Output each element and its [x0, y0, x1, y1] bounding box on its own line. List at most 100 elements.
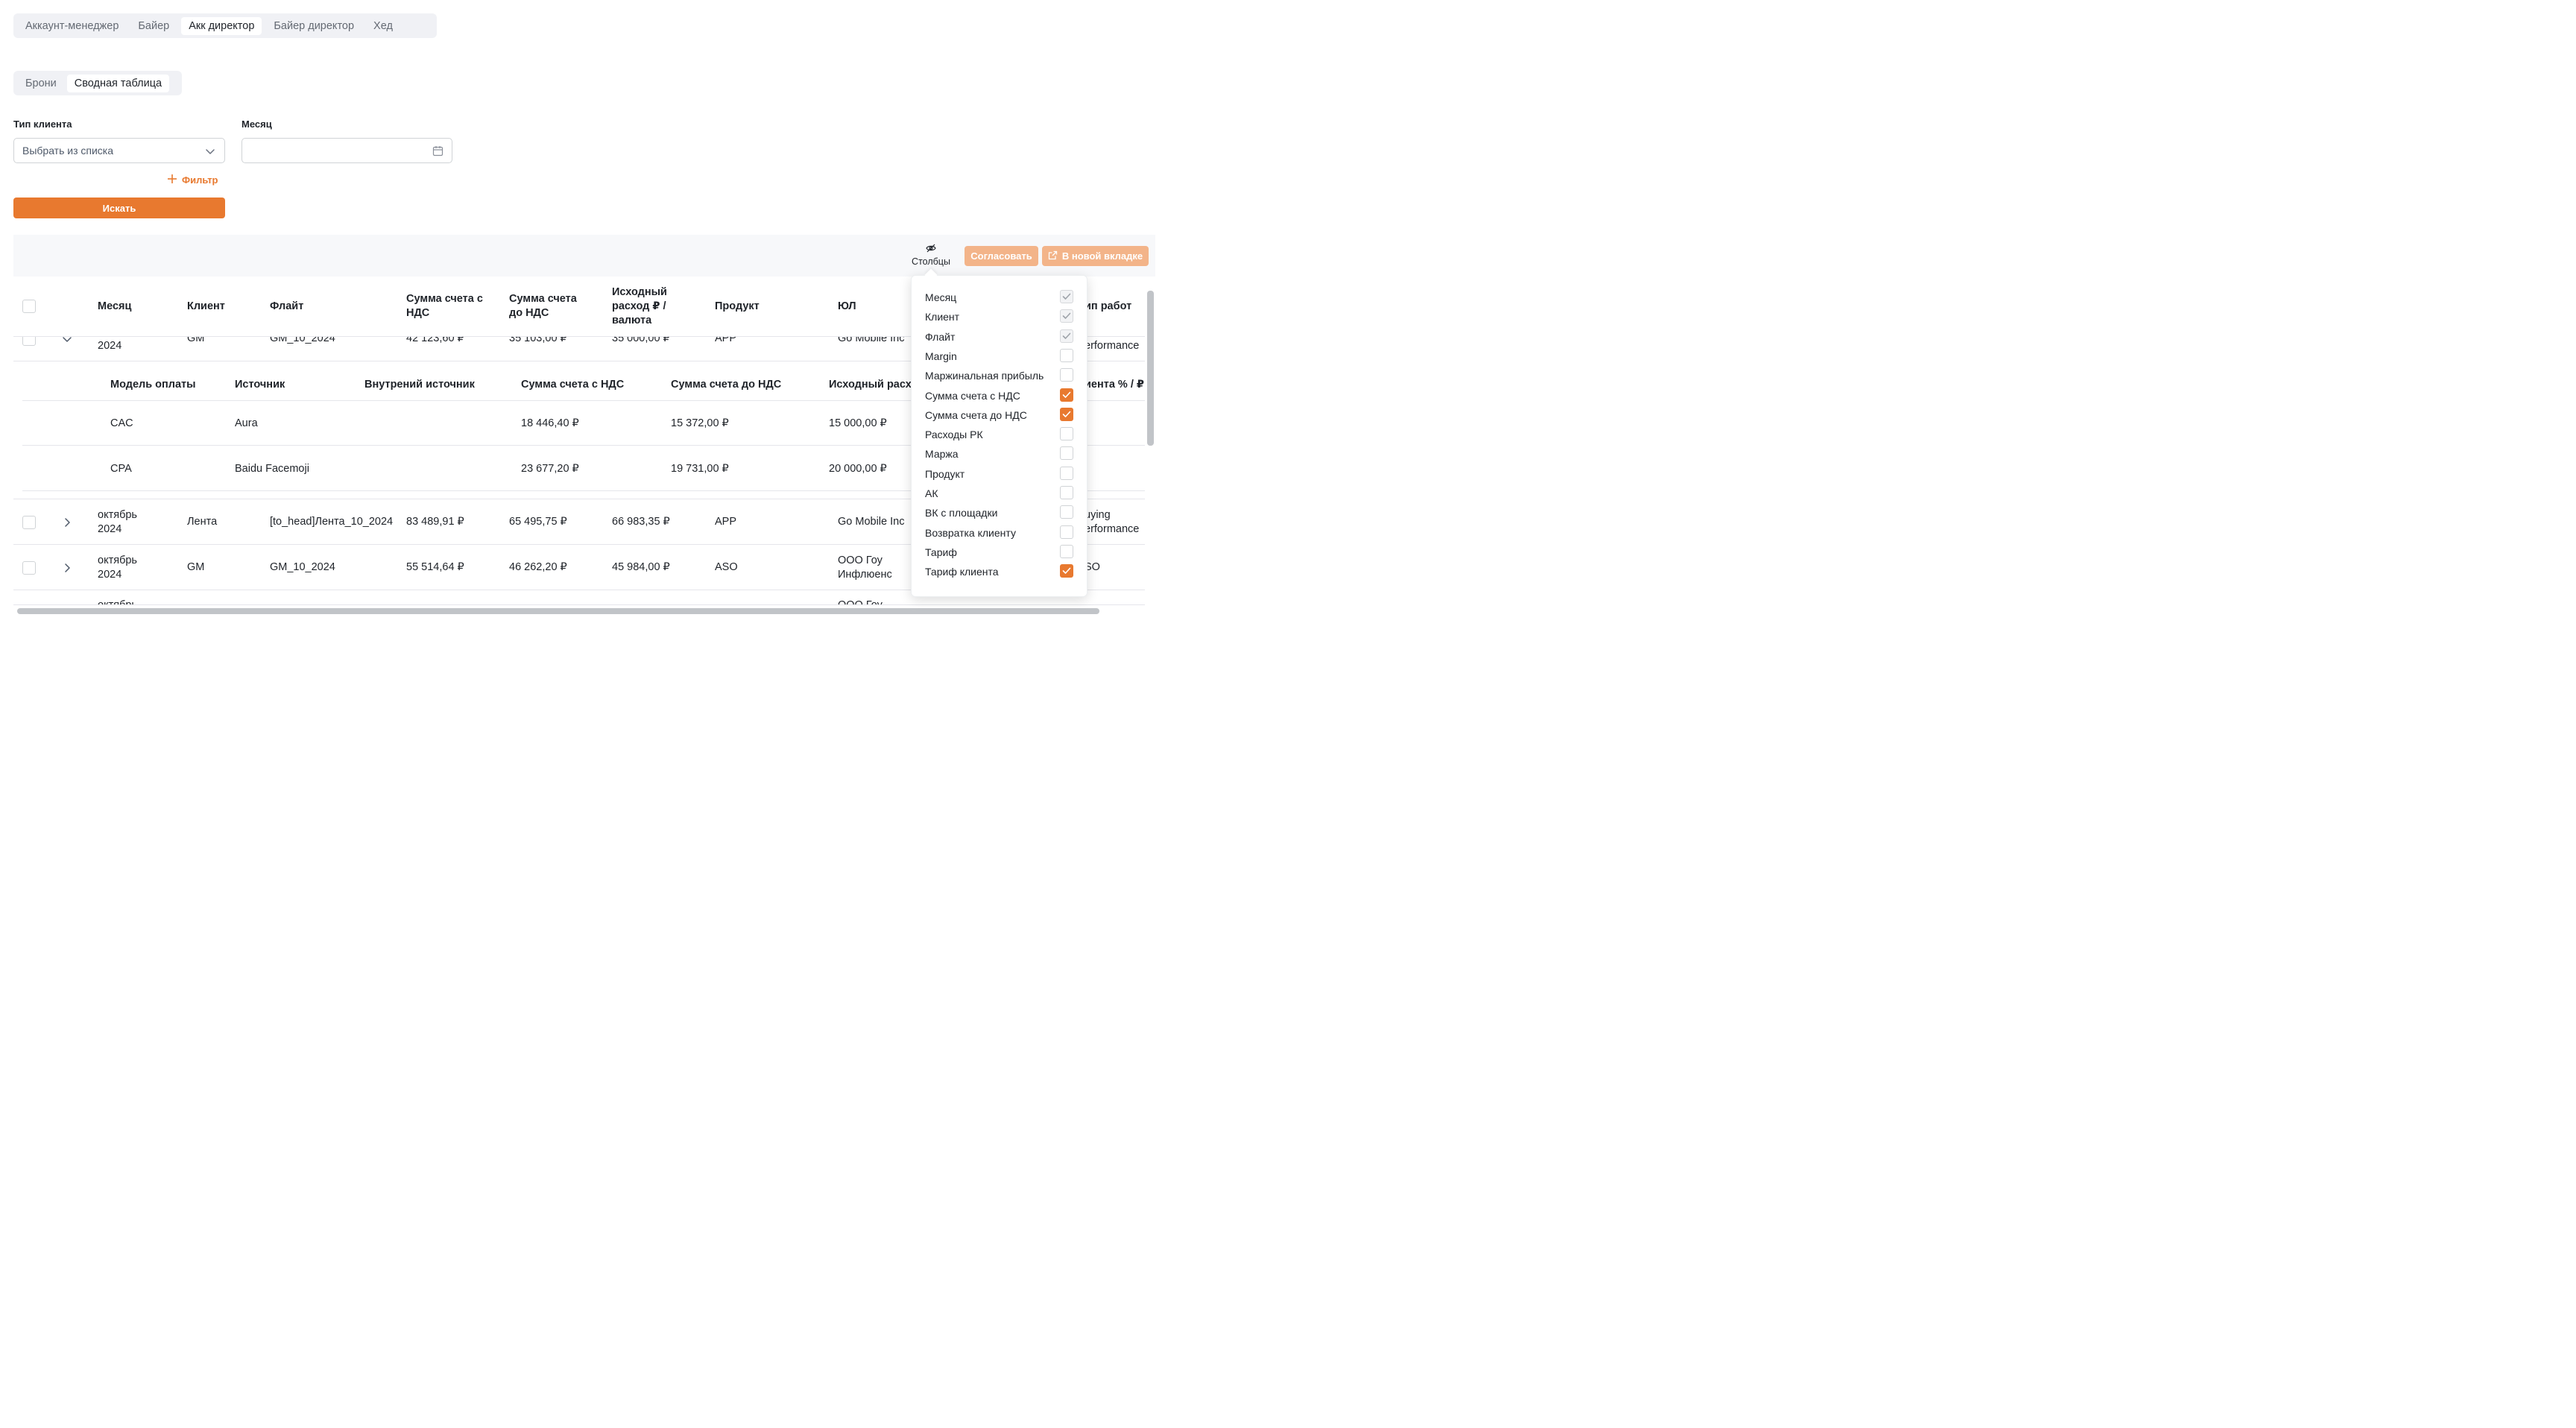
column-option-checkbox[interactable]: [1060, 329, 1073, 343]
tab-buyer[interactable]: Байер: [130, 17, 177, 35]
cell-source-spend: 45 984,00 ₽: [612, 561, 670, 573]
column-option-checkbox[interactable]: [1060, 544, 1073, 558]
header-sum-novat[interactable]: Сумма счета до НДС: [509, 292, 591, 320]
column-option-checkbox[interactable]: [1060, 309, 1073, 323]
calendar-icon[interactable]: [432, 145, 443, 159]
month-label: Месяц: [242, 119, 272, 130]
column-option-checkbox[interactable]: [1060, 290, 1073, 303]
header-flight[interactable]: Флайт: [270, 300, 303, 314]
table-toolbar: Столбцы Согласовать В новой вкладке: [13, 235, 1155, 277]
divider: [13, 604, 1145, 605]
approve-button[interactable]: Согласовать: [965, 246, 1038, 266]
cell-month-line2: 2024: [98, 523, 122, 535]
row-checkbox[interactable]: [22, 516, 36, 529]
cell-sum-novat: 46 262,20 ₽: [509, 561, 567, 573]
columns-button[interactable]: Столбцы: [911, 244, 951, 267]
tab-buyer-director[interactable]: Байер директор: [266, 17, 362, 35]
row-checkbox[interactable]: [22, 561, 36, 575]
approve-label: Согласовать: [970, 250, 1032, 262]
column-option[interactable]: Тариф: [912, 543, 1088, 562]
add-filter-link[interactable]: Фильтр: [167, 174, 218, 186]
tab-bookings[interactable]: Брони: [18, 75, 64, 92]
cell-work-type: erformance: [1085, 340, 1140, 352]
chevron-right-icon[interactable]: [62, 517, 72, 530]
checkmark-icon: [1062, 332, 1071, 339]
sub-cell-source-spend: 20 000,00 ₽: [829, 463, 887, 475]
column-option-checkbox[interactable]: [1060, 466, 1073, 480]
header-client[interactable]: Клиент: [187, 300, 225, 314]
checkmark-icon: [1062, 411, 1071, 417]
sub-header-payment-model: Модель оплаты: [110, 379, 196, 391]
column-option[interactable]: АК: [912, 484, 1088, 503]
plus-icon: [167, 174, 177, 186]
column-option-checkbox[interactable]: [1060, 486, 1073, 499]
external-link-icon: [1048, 250, 1058, 262]
column-option-label: Тариф: [925, 546, 957, 558]
column-option-checkbox[interactable]: [1060, 348, 1073, 362]
column-option[interactable]: Тариф клиента: [912, 562, 1088, 581]
column-option-checkbox[interactable]: [1060, 368, 1073, 382]
column-option-checkbox[interactable]: [1060, 505, 1073, 519]
cell-work-line2: erformance: [1085, 523, 1140, 535]
column-option-checkbox[interactable]: [1060, 446, 1073, 461]
column-option[interactable]: Клиент: [912, 307, 1088, 326]
column-option-checkbox[interactable]: [1060, 525, 1073, 539]
column-option[interactable]: Продукт: [912, 464, 1088, 484]
column-option-label: Возвратка клиенту: [925, 526, 1016, 539]
cell-flight: [to_head]Лента_10_2024: [270, 516, 394, 528]
column-option[interactable]: Расходы РК: [912, 425, 1088, 444]
tab-head[interactable]: Хед: [366, 17, 400, 35]
tab-pivot-table[interactable]: Сводная таблица: [66, 74, 170, 92]
tab-account-director[interactable]: Акк директор: [181, 16, 262, 35]
column-option[interactable]: Флайт: [912, 327, 1088, 347]
column-option-checkbox[interactable]: [1060, 427, 1073, 441]
column-option[interactable]: Месяц: [912, 288, 1088, 307]
horizontal-scrollbar[interactable]: [17, 608, 1099, 614]
header-source-spend[interactable]: Исходный расход ₽ / валюта: [612, 285, 679, 328]
header-work-type[interactable]: ип работ: [1085, 300, 1131, 314]
month-date-input[interactable]: [242, 138, 452, 163]
client-type-select[interactable]: Выбрать из списка: [13, 138, 225, 163]
column-option[interactable]: ВК с площадки: [912, 503, 1088, 522]
column-option[interactable]: Маржинальная прибыль: [912, 366, 1088, 385]
column-option-checkbox[interactable]: [1060, 388, 1073, 402]
column-option-label: Сумма счета с НДС: [925, 389, 1020, 402]
cell-sum-vat: 55 514,64 ₽: [406, 561, 464, 573]
column-option-checkbox[interactable]: [1060, 564, 1073, 578]
new-tab-label: В новой вкладке: [1061, 250, 1143, 262]
checkmark-icon: [1062, 391, 1071, 398]
cell-month: октябрь 2024: [98, 554, 137, 582]
sub-header-client-tariff: иента % / ₽: [1085, 379, 1144, 391]
column-option-label: Флайт: [925, 330, 956, 343]
vertical-scrollbar[interactable]: [1147, 291, 1154, 446]
cell-legal: ООО Гоу Инфлюенс: [838, 554, 892, 582]
column-option[interactable]: Сумма счета до НДС: [912, 405, 1088, 425]
chevron-right-icon[interactable]: [62, 563, 72, 575]
header-product[interactable]: Продукт: [715, 300, 760, 314]
sub-cell-sum-novat: 19 731,00 ₽: [671, 463, 729, 475]
sub-header-sum-vat: Сумма счета с НДС: [521, 379, 625, 391]
column-option-checkbox[interactable]: [1060, 407, 1073, 421]
cell-client: GM: [187, 561, 205, 573]
column-option[interactable]: Маржа: [912, 444, 1088, 464]
column-option-label: Маржа: [925, 448, 959, 461]
cell-month-line1: октябрь: [98, 555, 137, 566]
tab-account-manager[interactable]: Аккаунт-менеджер: [18, 17, 126, 35]
column-option-label: Клиент: [925, 311, 960, 323]
open-new-tab-button[interactable]: В новой вкладке: [1042, 246, 1149, 266]
search-button[interactable]: Искать: [13, 198, 225, 218]
column-option[interactable]: Margin: [912, 347, 1088, 366]
cell-product: ASO: [715, 561, 738, 573]
column-option-label: Сумма счета до НДС: [925, 408, 1027, 421]
sub-cell-sum-novat: 15 372,00 ₽: [671, 417, 729, 429]
header-month[interactable]: Месяц: [98, 300, 131, 314]
cell-work-line1: uying: [1085, 509, 1111, 521]
sub-header-sum-novat: Сумма счета до НДС: [671, 379, 782, 391]
cell-flight: GM_10_2024: [270, 561, 335, 573]
column-option[interactable]: Сумма счета с НДС: [912, 386, 1088, 405]
column-option[interactable]: Возвратка клиенту: [912, 523, 1088, 543]
sub-header-source-spend: Исходный расх: [829, 379, 912, 391]
header-legal[interactable]: ЮЛ: [838, 300, 856, 314]
select-all-checkbox[interactable]: [22, 300, 36, 313]
header-sum-vat[interactable]: Сумма счета с НДС: [406, 292, 496, 320]
